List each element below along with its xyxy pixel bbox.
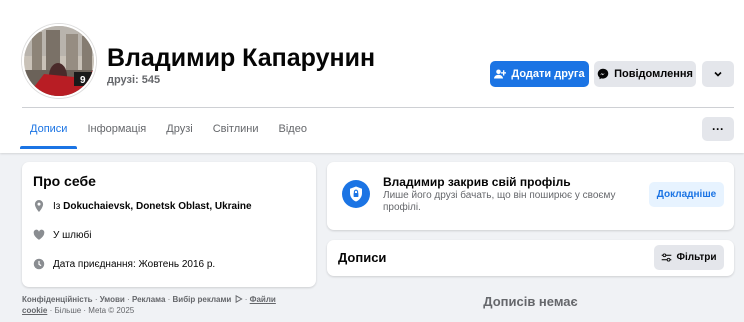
about-location: Із Dokuchaievsk, Donetsk Oblast, Ukraine	[33, 200, 252, 212]
footer-sep: ·	[242, 295, 250, 304]
footer-privacy-link[interactable]: Конфіденційність	[22, 295, 93, 304]
footer-cookies-link-2[interactable]: cookie	[22, 306, 47, 315]
locked-profile-title: Владимир закрив свій профіль	[383, 175, 571, 189]
clock-icon	[33, 258, 45, 270]
heart-icon	[33, 229, 45, 240]
location-place[interactable]: Dokuchaievsk, Donetsk Oblast, Ukraine	[63, 201, 251, 212]
messenger-icon	[597, 68, 609, 80]
chevron-down-icon	[714, 71, 722, 77]
ad-choices-icon	[235, 294, 243, 304]
tab-about[interactable]: Інформація	[77, 113, 156, 149]
footer-terms-link[interactable]: Умови	[100, 295, 125, 304]
profile-more-button[interactable]	[702, 61, 734, 87]
filters-label: Фільтри	[676, 252, 717, 263]
message-label: Повідомлення	[614, 68, 693, 80]
profile-avatar[interactable]: 9	[22, 24, 96, 98]
learn-more-button[interactable]: Докладніше	[649, 182, 724, 207]
no-posts-message: Дописів немає	[483, 294, 578, 309]
add-friend-icon	[494, 69, 507, 79]
filters-button[interactable]: Фільтри	[654, 245, 724, 270]
footer-sep: ·	[92, 295, 100, 304]
locked-profile-description: Лише його друзі бачать, що він поширює у…	[383, 190, 616, 213]
location-text: Із Dokuchaievsk, Donetsk Oblast, Ukraine	[53, 201, 252, 212]
footer-cookies-link[interactable]: Файли	[250, 295, 276, 304]
profile-header: 9 Владимир Капарунин друзі: 545 Додати д…	[0, 0, 744, 153]
joined-text: Дата приєднання: Жовтень 2016 р.	[53, 258, 216, 270]
tab-photos[interactable]: Світлини	[203, 113, 269, 149]
relationship-text: У шлюбі	[53, 229, 92, 241]
friend-count[interactable]: друзі: 545	[107, 74, 160, 86]
about-relationship: У шлюбі	[33, 229, 91, 241]
footer-sep: ·	[165, 295, 173, 304]
footer-ads-link[interactable]: Реклама	[132, 295, 165, 304]
location-prefix: Із	[53, 200, 64, 212]
footer-more-link[interactable]: Більше	[54, 306, 81, 315]
profile-tabs: Дописи Інформація Друзі Світлини Відео	[20, 113, 317, 149]
posts-card: Дописи Фільтри	[327, 240, 734, 276]
posts-title: Дописи	[338, 250, 387, 265]
about-joined: Дата приєднання: Жовтень 2016 р.	[33, 258, 215, 270]
footer-sep: ·	[124, 295, 132, 304]
tab-posts[interactable]: Дописи	[20, 113, 78, 149]
page-footer: Конфіденційність · Умови · Реклама · Виб…	[22, 294, 316, 316]
profile-name: Владимир Капарунин	[107, 44, 376, 72]
filter-icon	[662, 253, 672, 262]
svg-text:9: 9	[80, 75, 86, 86]
footer-adchoices-link[interactable]: Вибір реклами	[173, 295, 232, 304]
add-friend-label: Додати друга	[511, 68, 585, 80]
shield-icon	[342, 180, 370, 208]
tab-videos[interactable]: Відео	[269, 113, 317, 149]
location-icon	[34, 200, 44, 212]
message-button[interactable]: Повідомлення	[594, 61, 696, 87]
footer-copyright: Meta © 2025	[88, 306, 135, 315]
avatar-photo: 9	[24, 26, 94, 96]
tab-friends[interactable]: Друзі	[156, 113, 202, 149]
add-friend-button[interactable]: Додати друга	[490, 61, 589, 87]
about-title: Про себе	[33, 173, 96, 189]
header-divider	[22, 107, 734, 108]
tabs-more-button[interactable]: ···	[702, 117, 734, 141]
locked-profile-card: Владимир закрив свій профіль Лише його д…	[327, 162, 734, 230]
